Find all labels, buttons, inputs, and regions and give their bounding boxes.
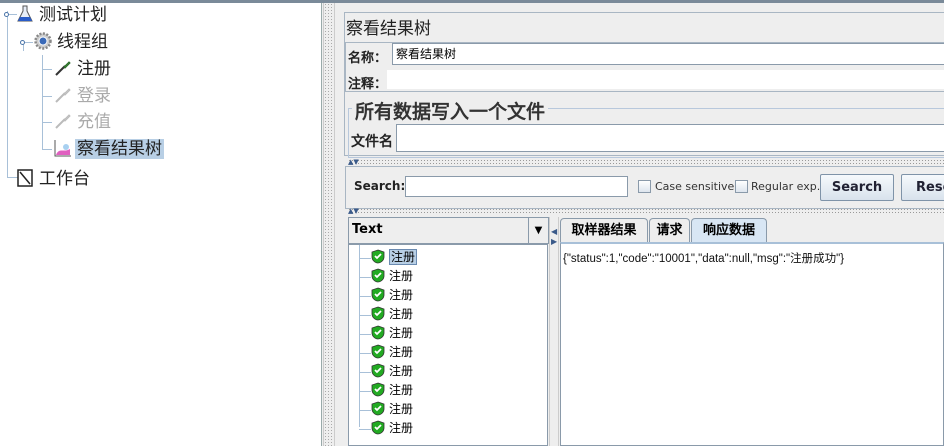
gear-icon [34,32,52,50]
search-input[interactable] [405,176,628,197]
tab-response-data[interactable]: 响应数据 [691,218,767,242]
success-shield-icon [371,325,385,340]
tree-node-recharge[interactable]: 充值 [54,110,113,134]
comment-input[interactable] [387,70,944,89]
success-shield-icon [371,401,385,416]
tree-node-label: 充值 [77,112,111,132]
tree-node-thread-group[interactable]: 线程组 [34,30,110,54]
tree-node-view-results-tree[interactable]: 察看结果树 [54,137,164,161]
view-results-tree-panel: 察看结果树 名称： 察看结果树 注释： 所有数据写入一个文件 文件名 ▲▼ Se… [338,3,944,446]
sample-label: 注册 [389,402,414,416]
tree-node-label: 线程组 [57,32,108,52]
notepad-icon [17,169,33,187]
sample-results-list[interactable]: 注册 注册 注册 注册 注册 注册 注册 注册 注册 注册 [348,244,548,446]
filename-input[interactable] [396,124,944,152]
sample-result-item[interactable]: 注册 [357,343,413,362]
sample-label: 注册 [389,307,414,321]
tab-sampler-result[interactable]: 取样器结果 [560,218,648,242]
splitter-arrows-icon[interactable]: ▲▼ [348,208,359,215]
search-label: Search: [354,179,406,193]
tree-node-label: 测试计划 [39,5,107,25]
success-shield-icon [371,344,385,359]
case-sensitive-checkbox[interactable] [638,180,651,193]
test-plan-tree[interactable]: 测试计划 线程组 注册 登录 充值 察看结果树 工作台 [0,3,322,446]
sample-result-item[interactable]: 注册 [357,362,413,381]
sample-result-item[interactable]: 注册 [357,324,413,343]
sample-label: 注册 [389,249,418,265]
sample-result-item[interactable]: 注册 [357,286,413,305]
tree-node-workbench[interactable]: 工作台 [16,167,92,191]
tree-node-label: 工作台 [39,169,90,189]
regex-checkbox[interactable] [735,180,748,193]
results-divider[interactable]: ◀ ▶ [549,217,559,446]
success-shield-icon [371,287,385,302]
sample-result-item[interactable]: 注册 [357,419,413,438]
success-shield-icon [371,420,385,435]
name-input[interactable]: 察看结果树 [392,43,944,65]
splitter[interactable] [348,208,944,214]
tree-node-label: 注册 [77,59,111,79]
sample-result-item[interactable]: 注册 [357,400,413,419]
renderer-select[interactable]: Text ▼ [348,217,549,244]
regex-label: Regular exp. [751,180,821,193]
response-text: {"status":1,"code":"10001","data":null,"… [563,253,845,265]
success-shield-icon [371,268,385,283]
sample-label: 注册 [389,364,414,378]
reset-button[interactable]: Rese [901,174,944,201]
filename-label: 文件名 [351,134,393,150]
file-section-title: 所有数据写入一个文件 [352,97,549,124]
tree-node-login[interactable]: 登录 [54,84,113,108]
renderer-select-value: Text [352,222,383,237]
splitter[interactable] [348,159,944,165]
comment-label: 注释： [348,77,388,92]
sample-label: 注册 [389,288,414,302]
success-shield-icon [371,382,385,397]
case-sensitive-label: Case sensitive [655,180,735,193]
sample-label: 注册 [389,345,414,359]
splitter-arrows-icon[interactable]: ▲▼ [348,159,359,166]
sample-label: 注册 [389,421,414,435]
tab-request[interactable]: 请求 [649,218,690,242]
success-shield-icon [371,249,385,264]
result-tabs: 取样器结果 请求 响应数据 {"status":1,"code":"10001"… [560,218,944,446]
response-body[interactable]: {"status":1,"code":"10001","data":null,"… [560,242,944,446]
sample-label: 注册 [389,326,414,340]
tree-node-label: 登录 [77,86,111,106]
search-button[interactable]: Search [820,174,894,201]
sample-result-item[interactable]: 注册 [357,305,413,324]
sample-result-item[interactable]: 注册 [357,267,413,286]
sample-label: 注册 [389,269,414,283]
dropper-icon [55,88,71,103]
dropper-icon [55,114,71,129]
success-shield-icon [371,363,385,378]
dropper-icon [55,61,71,76]
tree-node-register[interactable]: 注册 [54,57,113,81]
name-label: 名称： [348,51,388,66]
chart-icon [54,140,71,157]
panel-title: 察看结果树 [346,19,431,39]
success-shield-icon [371,306,385,321]
split-pane-divider[interactable] [323,3,335,446]
tree-node-label: 察看结果树 [75,139,164,159]
sample-label: 注册 [389,383,414,397]
sample-result-item[interactable]: 注册 [357,381,413,400]
tree-node-test-plan[interactable]: 测试计划 [16,3,109,27]
sample-result-item[interactable]: 注册 [357,248,418,267]
chevron-down-icon[interactable]: ▼ [528,218,548,243]
flask-icon [17,5,33,22]
